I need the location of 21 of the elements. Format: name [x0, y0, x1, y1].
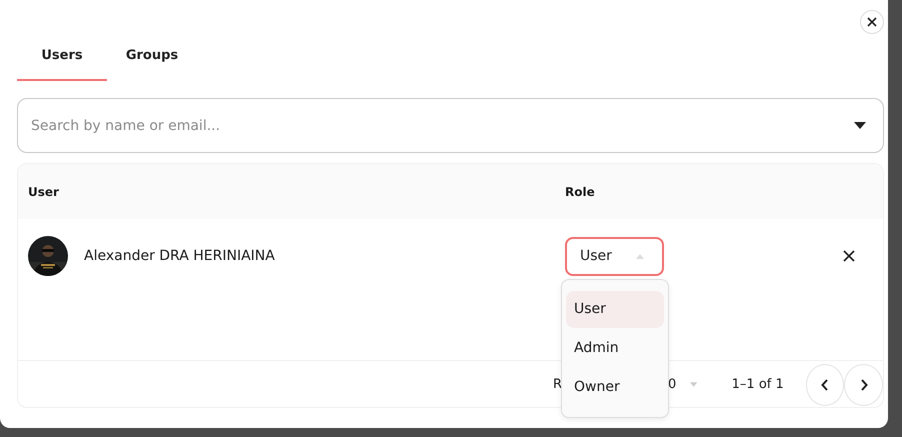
tab[interactable]: Users [17, 34, 107, 81]
tab[interactable]: Groups [107, 34, 197, 81]
close-button[interactable] [860, 10, 884, 34]
dropdown-arrow-icon [854, 122, 866, 129]
dropdown-arrow-icon [690, 382, 698, 387]
chevron-right-icon [860, 378, 868, 390]
user-name: Alexander DRA HERINIAINA [84, 248, 275, 264]
menu-option[interactable]: Owner [566, 368, 664, 406]
column-header: User [27, 184, 60, 198]
dropdown-arrow-icon [636, 254, 644, 258]
search-field[interactable]: Search by name or email... [17, 98, 884, 153]
menu-option[interactable]: User [566, 290, 664, 328]
close-icon [867, 17, 877, 27]
rows-per-page-label: R [553, 377, 562, 392]
close-icon [843, 250, 855, 262]
rows-per-page-value: 0 [668, 377, 676, 392]
menu-option[interactable]: Admin [566, 329, 664, 367]
role-select[interactable]: User [565, 236, 664, 276]
page-range: 1–1 of 1 [732, 377, 785, 392]
chevron-left-icon [820, 378, 829, 390]
column-header: Role [565, 184, 596, 198]
